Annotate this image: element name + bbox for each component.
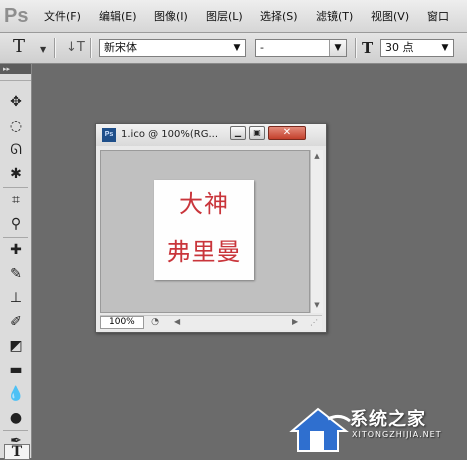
menu-layer[interactable]: 图层(L)	[206, 8, 243, 24]
toolbox-collapse-icon[interactable]: ▸▸	[0, 64, 31, 74]
options-divider	[54, 38, 56, 58]
eraser-tool-icon[interactable]: ◩	[4, 335, 28, 357]
menu-edit[interactable]: 编辑(E)	[99, 8, 137, 24]
document-window: Ps 1.ico @ 100%(RG... ▁ ▣ ✕ 大神 弗里曼 ▲ ▼ 1…	[95, 123, 327, 333]
font-family-value: 新宋体	[104, 41, 137, 54]
font-size-value: 30 点	[385, 41, 414, 54]
font-size-icon: T	[362, 39, 374, 57]
resize-grip-icon[interactable]: ⋰	[310, 318, 318, 327]
healing-brush-tool-icon[interactable]: ✚	[4, 239, 28, 261]
canvas-text-line2: 弗里曼	[166, 238, 242, 266]
toolbox-divider	[3, 187, 28, 188]
dodge-tool-icon[interactable]: ●	[4, 407, 28, 429]
crop-tool-icon[interactable]: ⌗	[4, 189, 28, 211]
menu-image[interactable]: 图像(I)	[154, 8, 188, 24]
clone-stamp-tool-icon[interactable]: ⊥	[4, 287, 28, 309]
menu-view[interactable]: 视图(V)	[371, 8, 409, 24]
move-tool-icon[interactable]: ✥	[4, 91, 28, 113]
toolbox: ▸▸ ✥ ◌ ᘏ ✱ ⌗ ⚲ ✚ ✎ ⊥ ✐ ◩ ▬ 💧 ● ✒ T	[0, 64, 32, 460]
scroll-left-icon[interactable]: ◀	[174, 317, 180, 326]
scroll-right-icon[interactable]: ▶	[292, 317, 298, 326]
history-brush-tool-icon[interactable]: ✐	[4, 311, 28, 333]
menu-file[interactable]: 文件(F)	[44, 8, 81, 24]
toolbox-grip[interactable]	[0, 74, 31, 81]
chevron-down-icon: ▼	[329, 40, 346, 56]
canvas-area[interactable]: 大神 弗里曼	[100, 150, 310, 313]
zoom-field[interactable]: 100%	[100, 316, 144, 329]
font-family-select[interactable]: 新宋体 ▼	[99, 39, 246, 57]
close-button[interactable]: ✕	[268, 126, 306, 140]
scroll-down-icon[interactable]: ▼	[311, 301, 323, 309]
status-info-icon[interactable]: ◔	[148, 316, 162, 329]
menu-filter[interactable]: 滤镜(T)	[316, 8, 353, 24]
menu-window[interactable]: 窗口	[427, 8, 449, 24]
watermark: 系统之家 XITONGZHIJIA.NET	[288, 395, 467, 458]
marquee-tool-icon[interactable]: ◌	[4, 115, 28, 137]
document-image[interactable]: 大神 弗里曼	[154, 180, 254, 280]
chevron-down-icon: ▼	[233, 43, 241, 53]
canvas-text-line1: 大神	[179, 190, 229, 218]
blur-tool-icon[interactable]: 💧	[4, 383, 28, 405]
document-title: 1.ico @ 100%(RG...	[121, 129, 219, 140]
maximize-icon[interactable]: ▣	[249, 126, 265, 140]
house-logo-icon	[289, 407, 351, 452]
photoshop-logo: Ps	[4, 5, 29, 27]
photoshop-doc-icon: Ps	[102, 128, 116, 142]
gradient-tool-icon[interactable]: ▬	[4, 359, 28, 381]
document-statusbar: 100% ◔ ◀ ▶ ⋰	[100, 315, 322, 330]
watermark-title: 系统之家	[350, 409, 426, 430]
magic-wand-tool-icon[interactable]: ✱	[4, 163, 28, 185]
preset-dropdown-icon[interactable]: ▼	[40, 45, 46, 54]
font-style-select[interactable]: - ▼	[255, 39, 347, 57]
brush-tool-icon[interactable]: ✎	[4, 263, 28, 285]
options-divider	[355, 38, 357, 58]
menu-select[interactable]: 选择(S)	[260, 8, 298, 24]
minimize-icon[interactable]: ▁	[230, 126, 246, 140]
vertical-scrollbar[interactable]: ▲ ▼	[310, 150, 323, 313]
scroll-up-icon[interactable]: ▲	[311, 152, 323, 160]
document-titlebar[interactable]: Ps 1.ico @ 100%(RG... ▁ ▣ ✕	[96, 124, 326, 146]
options-bar: T ▼ ↓T 新宋体 ▼ - ▼ T 30 点 ▼	[0, 33, 467, 64]
font-style-value: -	[260, 41, 264, 54]
chevron-down-icon: ▼	[441, 43, 449, 53]
text-orientation-icon[interactable]: ↓T	[66, 40, 85, 55]
watermark-url: XITONGZHIJIA.NET	[352, 430, 442, 439]
menu-bar: Ps 文件(F) 编辑(E) 图像(I) 图层(L) 选择(S) 滤镜(T) 视…	[0, 0, 467, 33]
toolbox-divider	[3, 237, 28, 238]
lasso-tool-icon[interactable]: ᘏ	[4, 139, 28, 161]
type-tool-preset-icon[interactable]: T	[13, 36, 25, 57]
font-size-select[interactable]: 30 点 ▼	[380, 39, 454, 57]
eyedropper-tool-icon[interactable]: ⚲	[4, 213, 28, 235]
options-divider	[90, 38, 92, 58]
